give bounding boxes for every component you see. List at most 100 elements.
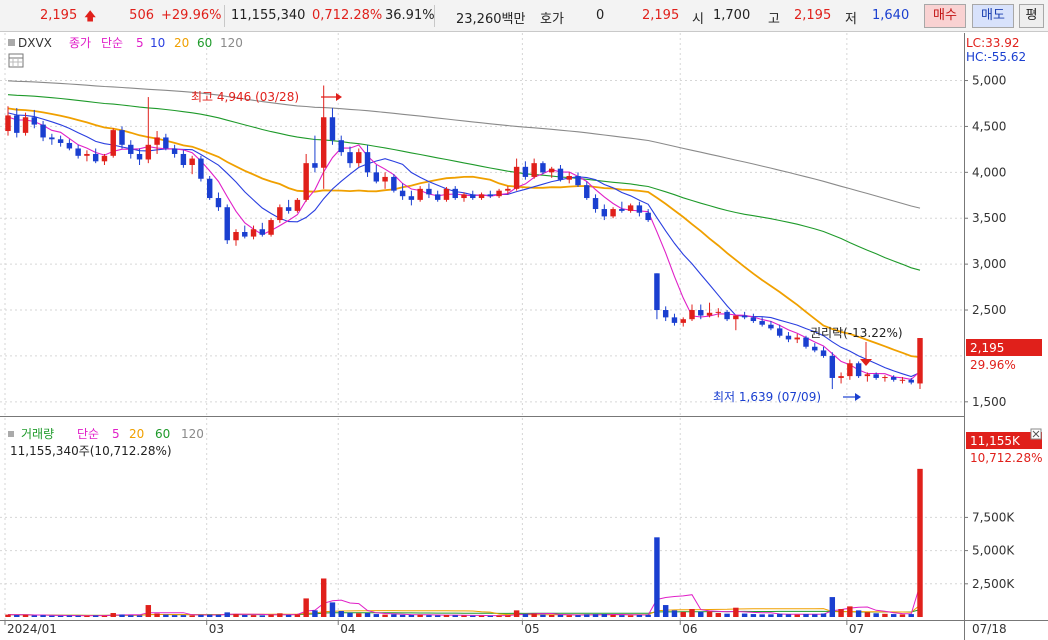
candle-body bbox=[242, 232, 248, 237]
volume-bar bbox=[66, 615, 73, 617]
volume-bar bbox=[698, 611, 704, 617]
volume-bar bbox=[890, 614, 897, 617]
candle-body bbox=[741, 315, 748, 318]
volume-bar bbox=[584, 614, 590, 617]
volume-bar bbox=[592, 614, 599, 617]
candle-body bbox=[303, 163, 309, 200]
candle-body bbox=[259, 229, 266, 235]
volume-bar bbox=[478, 615, 485, 617]
candle-body bbox=[750, 317, 757, 322]
volume-bar bbox=[496, 615, 502, 617]
volume-bar bbox=[566, 615, 572, 617]
volume-bar bbox=[364, 613, 371, 617]
current-change-tag-text: 29.96% bbox=[970, 358, 1016, 372]
volume-bar bbox=[741, 613, 748, 617]
candle-body bbox=[110, 130, 116, 156]
volume-bar bbox=[206, 614, 213, 617]
volume-value: 11,155,340 bbox=[231, 8, 306, 23]
candle-body bbox=[268, 220, 274, 235]
volume-bar bbox=[522, 614, 529, 617]
volume-bar bbox=[645, 614, 651, 617]
volume-bar bbox=[847, 606, 853, 617]
volume-bar bbox=[224, 612, 230, 617]
symbol-label: DXVX bbox=[18, 36, 52, 50]
candle-body bbox=[636, 205, 643, 213]
turnover-rate: 36.91% bbox=[385, 8, 435, 23]
candle-body bbox=[838, 376, 844, 378]
volume-bar bbox=[5, 614, 11, 617]
candle-body bbox=[224, 207, 230, 241]
volume-bar bbox=[136, 615, 143, 617]
volume-bar bbox=[548, 615, 555, 617]
price-tick-label: 5,000 bbox=[972, 74, 1006, 88]
candle-body bbox=[189, 158, 195, 165]
volume-bar bbox=[14, 615, 20, 617]
candle-body bbox=[312, 163, 318, 168]
volume-bar bbox=[575, 615, 581, 617]
candle-body bbox=[662, 310, 669, 318]
candle-body bbox=[75, 148, 81, 156]
ma10-label: 10 bbox=[150, 36, 165, 50]
volume-bar bbox=[329, 602, 336, 617]
candle-body bbox=[768, 324, 774, 329]
time-axis-label: 03 bbox=[209, 622, 224, 636]
candle-body bbox=[864, 374, 871, 377]
volume-tick-label: 5,000K bbox=[972, 544, 1015, 558]
candle-body bbox=[338, 140, 344, 153]
volume-bar bbox=[706, 611, 713, 617]
volume-bar bbox=[128, 615, 134, 617]
volume-bar bbox=[417, 614, 423, 617]
buy-button[interactable]: 매수 bbox=[924, 4, 966, 28]
time-axis-label: 2024/01 bbox=[7, 622, 57, 636]
low-value: 1,640 bbox=[872, 8, 910, 23]
panel-menu-icon[interactable] bbox=[8, 39, 15, 46]
current-price-tag-text: 2,195 bbox=[970, 341, 1004, 355]
candle-body bbox=[785, 335, 792, 340]
candle-body bbox=[128, 144, 134, 154]
quote-price: 2,195 bbox=[642, 8, 680, 23]
candle-body bbox=[329, 117, 336, 141]
candle-body bbox=[443, 188, 450, 200]
volume-tick-label: 2,500K bbox=[972, 577, 1015, 591]
volume-bar bbox=[540, 614, 546, 617]
volume-bar bbox=[312, 610, 318, 617]
average-button[interactable]: 평 bbox=[1019, 4, 1044, 28]
candle-body bbox=[505, 188, 511, 191]
candle-body bbox=[22, 117, 29, 133]
volume-bar bbox=[636, 615, 643, 617]
close-panel-icon[interactable] bbox=[1030, 428, 1042, 440]
volume-bar bbox=[171, 615, 178, 617]
volume-bar bbox=[57, 615, 64, 617]
candle-body bbox=[917, 338, 923, 384]
ma120-label: 120 bbox=[220, 36, 243, 50]
volume-bar bbox=[338, 611, 344, 617]
candle-body bbox=[759, 321, 765, 325]
candle-body bbox=[496, 190, 502, 197]
candle-body bbox=[592, 198, 599, 210]
high-annotation: 최고 4,946 (03/28) bbox=[191, 90, 299, 104]
calendar-icon[interactable] bbox=[8, 53, 24, 68]
candle-body bbox=[154, 137, 160, 145]
candle-body bbox=[487, 194, 494, 197]
ma60-label: 60 bbox=[197, 36, 212, 50]
volume-menu-icon[interactable] bbox=[8, 431, 14, 437]
sell-button[interactable]: 매도 bbox=[972, 4, 1014, 28]
candle-body bbox=[478, 194, 485, 199]
volume-bar bbox=[347, 612, 353, 617]
volume-bar bbox=[250, 615, 257, 617]
low-label: 저 bbox=[845, 12, 857, 27]
lc-label: LC:33.92 bbox=[966, 36, 1019, 50]
candle-body bbox=[829, 355, 836, 378]
candle-body bbox=[706, 312, 713, 316]
candle-body bbox=[408, 196, 415, 200]
volume-ma5-label: 5 bbox=[112, 427, 120, 441]
divider bbox=[224, 5, 225, 27]
up-arrow-icon: 🡅 bbox=[84, 9, 97, 23]
candle-body bbox=[540, 163, 546, 173]
volume-bar bbox=[242, 615, 248, 617]
hc-label: HC:-55.62 bbox=[966, 50, 1026, 64]
candle-body bbox=[452, 188, 458, 199]
volume-bar bbox=[399, 614, 406, 617]
candle-body bbox=[522, 166, 529, 177]
candle-body bbox=[180, 153, 187, 165]
